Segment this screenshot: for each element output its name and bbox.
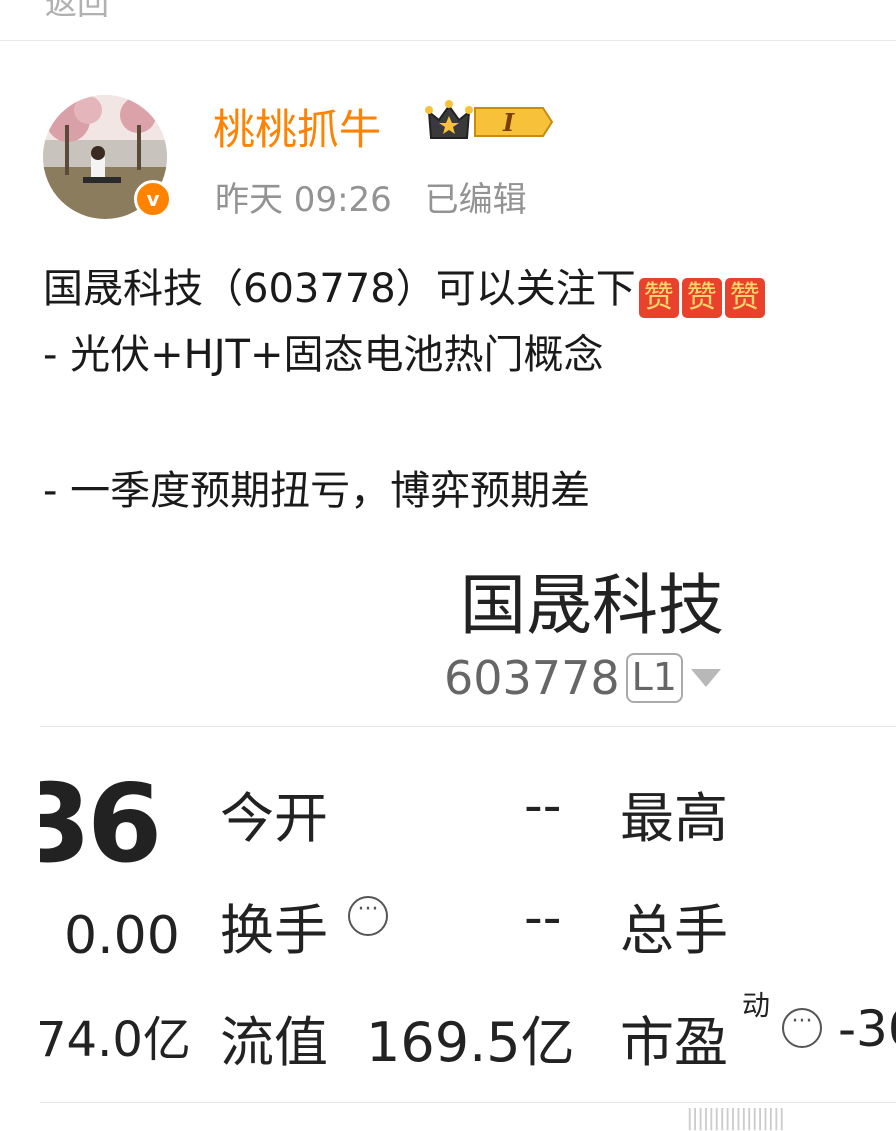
value-open: -- [524,776,562,836]
divider [40,1102,896,1103]
avatar[interactable]: v [43,95,172,219]
post-line-1-text: 国晟科技（603778）可以关注下 [43,266,636,312]
verified-v-icon: v [134,180,172,218]
post-text-line-1: 国晟科技（603778）可以关注下赞赞赞 [43,256,765,318]
value-pe: -30 [838,1000,896,1058]
footer-decoration: |||||||||||||||||| [686,1106,785,1131]
value-turnover: -- [524,888,562,948]
info-dots-icon[interactable]: ··· [348,896,388,936]
label-open: 今开 [220,787,328,850]
pe-dynamic-sup: 动 [742,989,771,1022]
label-pe: 市盈 [620,1011,728,1074]
crown-rank-icon[interactable]: I [425,98,555,146]
post-time: 昨天 09:26 [215,180,392,220]
value-float-cap: 169.5亿 [366,1011,575,1074]
stock-code: 603778 [444,651,620,705]
level-badge: L1 [625,653,683,703]
stock-code-row[interactable]: 603778 L1 [444,651,721,705]
zan-emoji-3: 赞 [724,278,765,318]
divider [40,726,896,727]
stock-name: 国晟科技 [460,567,724,644]
rank-level-text: I [502,108,515,137]
label-turnover: 换手 [220,899,328,962]
price-change: 0.00 [64,906,180,966]
post-meta: 昨天 09:26 已编辑 [215,172,549,221]
left-mask [0,740,40,1102]
top-bar: 返回 [0,0,896,41]
dropdown-triangle-icon[interactable] [690,669,721,687]
label-float-cap: 流值 [220,1011,328,1074]
zan-emoji-1: 赞 [638,278,679,318]
zan-emoji-2: 赞 [681,278,722,318]
post-text-line-3: - 一季度预期扭亏，博弈预期差 [43,468,591,514]
post-text-line-2: - 光伏+HJT+固态电池热门概念 [43,332,604,378]
edited-flag: 已编辑 [424,180,527,220]
label-high: 最高 [620,787,728,850]
market-cap: 74.0亿 [36,1012,191,1068]
label-volume: 总手 [620,899,728,962]
back-label[interactable]: 返回 [45,0,109,24]
username[interactable]: 桃桃抓牛 [213,96,381,157]
info-dots-icon[interactable]: ··· [782,1008,822,1048]
